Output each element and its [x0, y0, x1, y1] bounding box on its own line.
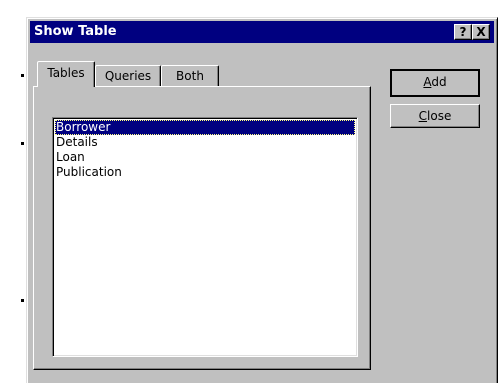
edge-mark	[21, 142, 24, 145]
close-button[interactable]: Close	[390, 104, 480, 128]
close-window-button[interactable]: X	[472, 24, 490, 40]
dialog-title: Show Table	[34, 24, 117, 39]
help-button[interactable]: ?	[454, 24, 472, 40]
table-listbox[interactable]: Borrower Details Loan Publication	[52, 117, 358, 357]
background-edge	[0, 0, 26, 383]
close-mnemonic: C	[418, 109, 428, 123]
title-bar[interactable]: Show Table ? X	[30, 21, 494, 43]
edge-mark	[21, 74, 24, 77]
list-item[interactable]: Details	[55, 135, 355, 150]
add-button[interactable]: Add	[390, 69, 480, 97]
tab-tables[interactable]: Tables	[37, 61, 95, 87]
tab-both[interactable]: Both	[161, 65, 219, 87]
tab-queries[interactable]: Queries	[95, 65, 161, 87]
show-table-dialog: Show Table ? X Tables Queries Both Borro…	[26, 17, 498, 383]
edge-mark	[21, 299, 24, 302]
close-label-rest: lose	[427, 109, 452, 123]
list-item[interactable]: Borrower	[55, 120, 355, 135]
list-item[interactable]: Publication	[55, 165, 355, 180]
list-item[interactable]: Loan	[55, 150, 355, 165]
add-label-rest: dd	[431, 75, 447, 89]
tab-panel: Borrower Details Loan Publication	[33, 86, 371, 370]
